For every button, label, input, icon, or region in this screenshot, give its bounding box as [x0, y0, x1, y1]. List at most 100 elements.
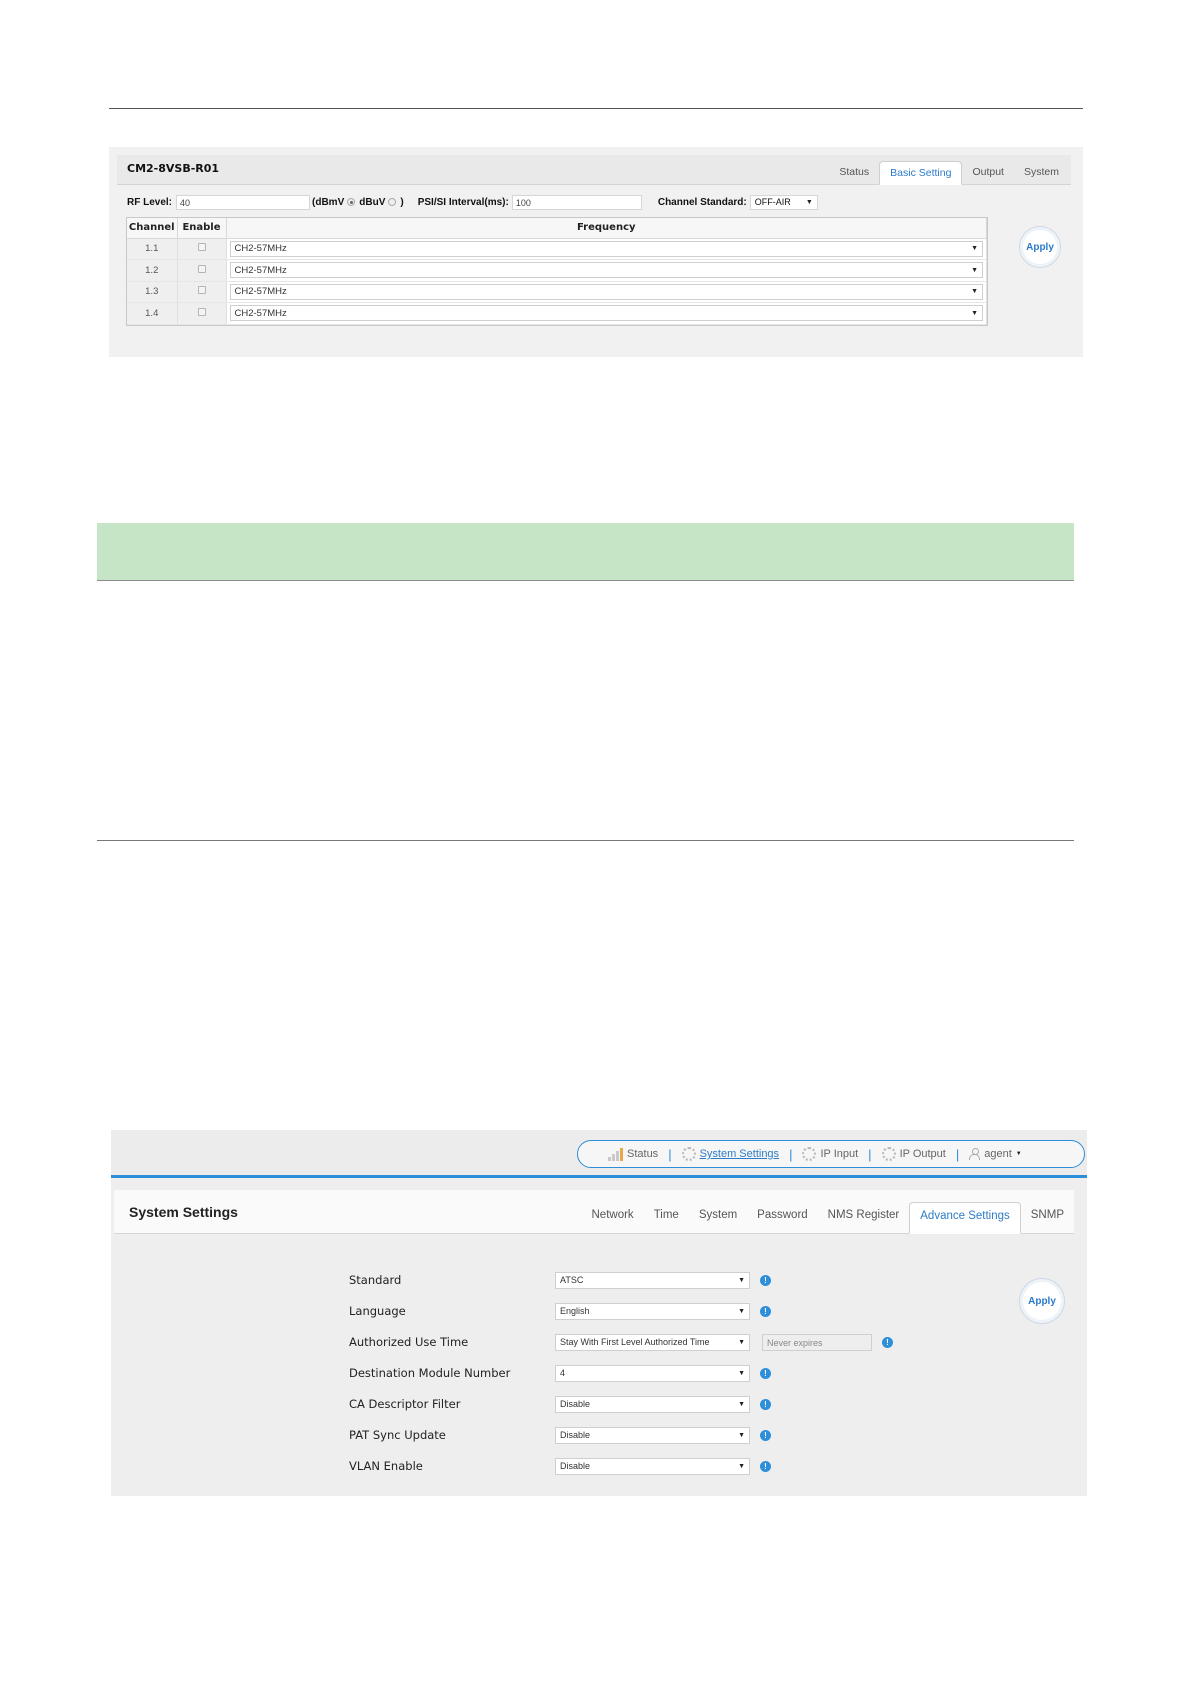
signal-bars-icon	[608, 1147, 623, 1161]
ca-descriptor-row: CA Descriptor Filter Disable ▼ !	[349, 1394, 771, 1414]
frequency-value: CH2-57MHz	[234, 264, 287, 276]
info-icon[interactable]: !	[882, 1336, 893, 1348]
info-icon[interactable]: !	[760, 1429, 771, 1441]
vlan-enable-select[interactable]: Disable ▼	[555, 1457, 750, 1475]
authorized-use-time-row: Authorized Use Time Stay With First Leve…	[349, 1332, 893, 1352]
apply-button[interactable]: Apply	[1019, 1278, 1065, 1324]
channel-cell: 1.2	[127, 259, 178, 282]
channel-table: Channel Enable Frequency 1.1 CH2-57MHz ▼	[126, 217, 988, 326]
language-value: English	[560, 1306, 590, 1316]
authorized-use-time-select[interactable]: Stay With First Level Authorized Time ▼	[555, 1333, 750, 1351]
unit-dbuv-label: dBuV	[359, 196, 386, 208]
chevron-down-icon: ▼	[738, 1307, 745, 1315]
channel-cell: 1.1	[127, 238, 178, 260]
frequency-cell: CH2-57MHz ▼	[226, 259, 987, 282]
tab-output[interactable]: Output	[962, 161, 1014, 185]
enable-checkbox[interactable]	[197, 307, 206, 316]
info-icon[interactable]: !	[760, 1398, 771, 1410]
vlan-enable-label: VLAN Enable	[349, 1459, 423, 1473]
expiry-field: Never expires	[762, 1333, 872, 1351]
tab-password[interactable]: Password	[747, 1202, 818, 1234]
frequency-value: CH2-57MHz	[234, 307, 287, 319]
rf-level-label: RF Level:	[127, 196, 173, 208]
col-frequency: Frequency	[226, 218, 987, 239]
pat-sync-label: PAT Sync Update	[349, 1428, 446, 1442]
frequency-select[interactable]: CH2-57MHz ▼	[229, 262, 983, 279]
table-row: 1.1 CH2-57MHz ▼	[127, 238, 987, 260]
chevron-down-icon: ▼	[971, 266, 978, 274]
nav-system-settings-label: System Settings	[699, 1148, 780, 1160]
system-settings-panel: Status | System Settings | IP Input | IP…	[111, 1130, 1087, 1496]
nav-system-settings[interactable]: System Settings	[681, 1147, 780, 1161]
standard-select[interactable]: ATSC ▼	[555, 1271, 750, 1289]
psi-interval-input[interactable]: 100	[511, 194, 642, 210]
channel-cell: 1.3	[127, 281, 178, 303]
authorized-use-time-label: Authorized Use Time	[349, 1335, 469, 1349]
module-tabs: Status Basic Setting Output System	[829, 161, 1069, 185]
channel-standard-select[interactable]: OFF-AIR ▼	[749, 194, 818, 210]
enable-cell	[177, 238, 227, 260]
chevron-down-icon: ▼	[738, 1431, 745, 1439]
user-icon	[969, 1148, 981, 1160]
enable-checkbox[interactable]	[197, 264, 206, 273]
chevron-down-icon: ▼	[738, 1462, 745, 1470]
dbmv-radio[interactable]	[347, 198, 356, 206]
destination-module-select[interactable]: 4 ▼	[555, 1364, 750, 1382]
enable-checkbox[interactable]	[197, 243, 206, 252]
language-row: Language English ▼ !	[349, 1301, 771, 1321]
standard-label: Standard	[349, 1273, 402, 1287]
enable-cell	[177, 281, 227, 303]
frequency-select[interactable]: CH2-57MHz ▼	[229, 240, 983, 257]
language-select[interactable]: English ▼	[555, 1302, 750, 1320]
tab-nms-register[interactable]: NMS Register	[818, 1202, 910, 1234]
page-rule-top	[109, 108, 1083, 109]
nav-user-menu[interactable]: agent ▼	[969, 1148, 1022, 1160]
enable-cell	[177, 302, 227, 325]
channel-cell: 1.4	[127, 302, 178, 325]
chevron-down-icon: ▼	[738, 1276, 745, 1284]
tab-time[interactable]: Time	[644, 1202, 689, 1234]
enable-checkbox[interactable]	[197, 286, 206, 295]
chevron-down-icon: ▼	[971, 245, 978, 253]
table-row: 1.4 CH2-57MHz ▼	[127, 302, 987, 325]
chevron-down-icon: ▼	[971, 288, 978, 296]
tab-basic-setting[interactable]: Basic Setting	[879, 161, 963, 185]
info-icon[interactable]: !	[760, 1460, 771, 1472]
chevron-down-icon: ▼	[738, 1400, 745, 1408]
channel-standard-value: OFF-AIR	[754, 197, 791, 207]
nav-separator: |	[955, 1146, 960, 1162]
ca-descriptor-label: CA Descriptor Filter	[349, 1397, 461, 1411]
col-enable: Enable	[177, 218, 227, 239]
col-channel: Channel	[127, 218, 178, 239]
nav-ip-output-label: IP Output	[899, 1148, 946, 1160]
rf-level-input[interactable]: 40	[176, 194, 311, 210]
info-icon[interactable]: !	[760, 1367, 771, 1379]
apply-button[interactable]: Apply	[1019, 226, 1061, 268]
nav-ip-input[interactable]: IP Input	[802, 1147, 858, 1161]
info-icon[interactable]: !	[760, 1274, 771, 1286]
tab-status[interactable]: Status	[829, 161, 879, 185]
nav-separator: |	[668, 1146, 672, 1162]
settings-tabs: Network Time System Password NMS Registe…	[582, 1202, 1075, 1234]
nav-separator: |	[789, 1146, 793, 1162]
tab-snmp[interactable]: SNMP	[1021, 1202, 1074, 1234]
page-rule-middle	[97, 840, 1074, 841]
nav-status[interactable]: Status	[608, 1147, 659, 1161]
basic-setting-panel: CM2-8VSB-R01 Status Basic Setting Output…	[109, 147, 1083, 357]
pat-sync-select[interactable]: Disable ▼	[555, 1426, 750, 1444]
nav-separator: |	[868, 1146, 872, 1162]
nav-ip-output[interactable]: IP Output	[881, 1147, 946, 1161]
frequency-select[interactable]: CH2-57MHz ▼	[229, 283, 983, 300]
tab-network[interactable]: Network	[582, 1202, 644, 1234]
dbuv-radio[interactable]	[388, 198, 397, 206]
pat-sync-value: Disable	[560, 1430, 591, 1440]
nav-status-label: Status	[627, 1148, 659, 1160]
chevron-down-icon: ▼	[971, 309, 978, 317]
info-icon[interactable]: !	[760, 1305, 771, 1317]
tab-advance-settings[interactable]: Advance Settings	[909, 1202, 1021, 1234]
ca-descriptor-select[interactable]: Disable ▼	[555, 1395, 750, 1413]
chevron-down-icon: ▼	[1015, 1151, 1022, 1157]
tab-system[interactable]: System	[1014, 161, 1069, 185]
frequency-select[interactable]: CH2-57MHz ▼	[229, 305, 983, 322]
tab-system[interactable]: System	[689, 1202, 747, 1234]
